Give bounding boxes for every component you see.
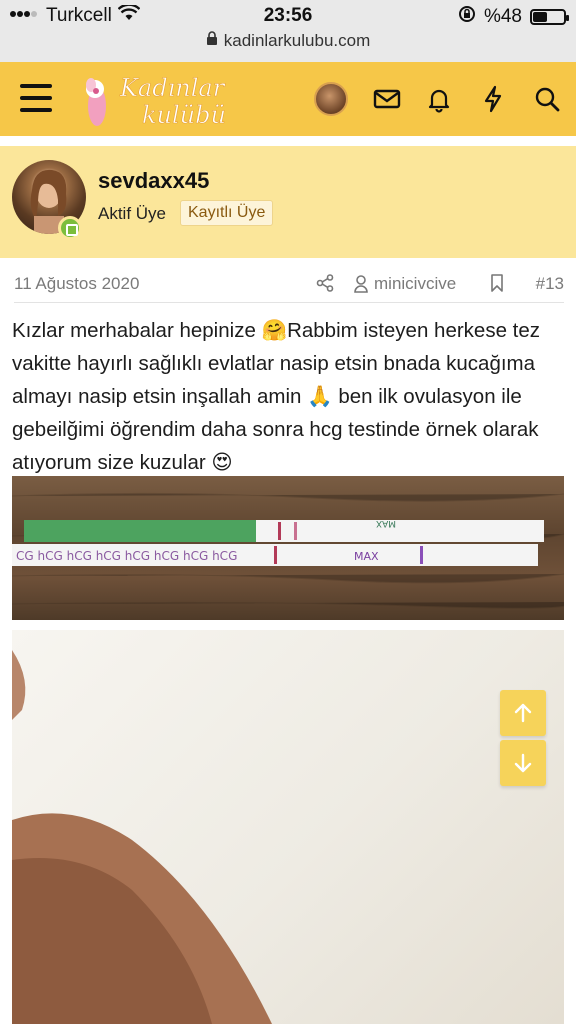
svg-text:CG hCG hCG hCG hCG hCG hCG hCG: CG hCG hCG hCG hCG hCG hCG hCG [16,549,237,563]
arrow-down-icon [514,753,532,773]
menu-icon[interactable] [20,84,52,112]
post-body: Kızlar merhabalar hepinize 🤗Rabbim istey… [12,319,541,474]
user-icon [354,275,368,293]
search-icon[interactable] [532,84,562,114]
post-author-name: minicivcive [374,274,457,293]
post-date[interactable]: 11 Ağustos 2020 [14,274,139,294]
post-number[interactable]: #13 [536,274,564,294]
share-icon[interactable] [316,274,334,297]
bolt-icon[interactable] [478,84,508,114]
post-image-test-strips[interactable]: MAX CG hCG hCG hCG hCG hCG hCG hCG MAX [12,476,564,620]
url-text[interactable]: kadinlarkulubu.com [224,31,370,51]
post-author[interactable]: minicivcive [354,274,456,294]
site-header: Kadınlar kulübü [0,62,576,136]
bell-icon[interactable] [424,84,454,114]
divider [14,302,564,303]
site-logo[interactable]: Kadınlar kulübü [80,68,240,130]
online-status-icon [58,216,82,240]
avatar[interactable] [314,82,348,116]
scroll-up-button[interactable] [500,690,546,736]
svg-text:MAX: MAX [376,518,396,528]
post-author-card: sevdaxx45 Aktif Üye Kayıtlı Üye [0,146,576,258]
user-title: Aktif Üye [98,204,167,223]
bookmark-icon[interactable] [490,274,504,297]
battery-icon [530,9,569,25]
user-badge: Kayıtlı Üye [180,200,274,226]
address-bar[interactable]: kadinlarkulubu.com [0,31,576,51]
battery-percent: %48 [483,6,522,27]
post-meta: 11 Ağustos 2020 minicivcive #13 [14,268,564,298]
mail-icon[interactable] [372,84,402,114]
username[interactable]: sevdaxx45 [98,168,209,194]
scroll-down-button[interactable] [500,740,546,786]
svg-text:MAX: MAX [354,550,379,563]
rotation-lock-icon [458,5,476,29]
svg-text:kulübü: kulübü [142,101,226,129]
lock-icon [206,31,218,51]
svg-text:Kadınlar: Kadınlar [119,74,226,102]
arrow-up-icon [514,703,532,723]
status-bar: Turkcell 23:56 %48 kadinlarkulubu.com [0,0,576,62]
post-image[interactable] [12,630,564,1024]
